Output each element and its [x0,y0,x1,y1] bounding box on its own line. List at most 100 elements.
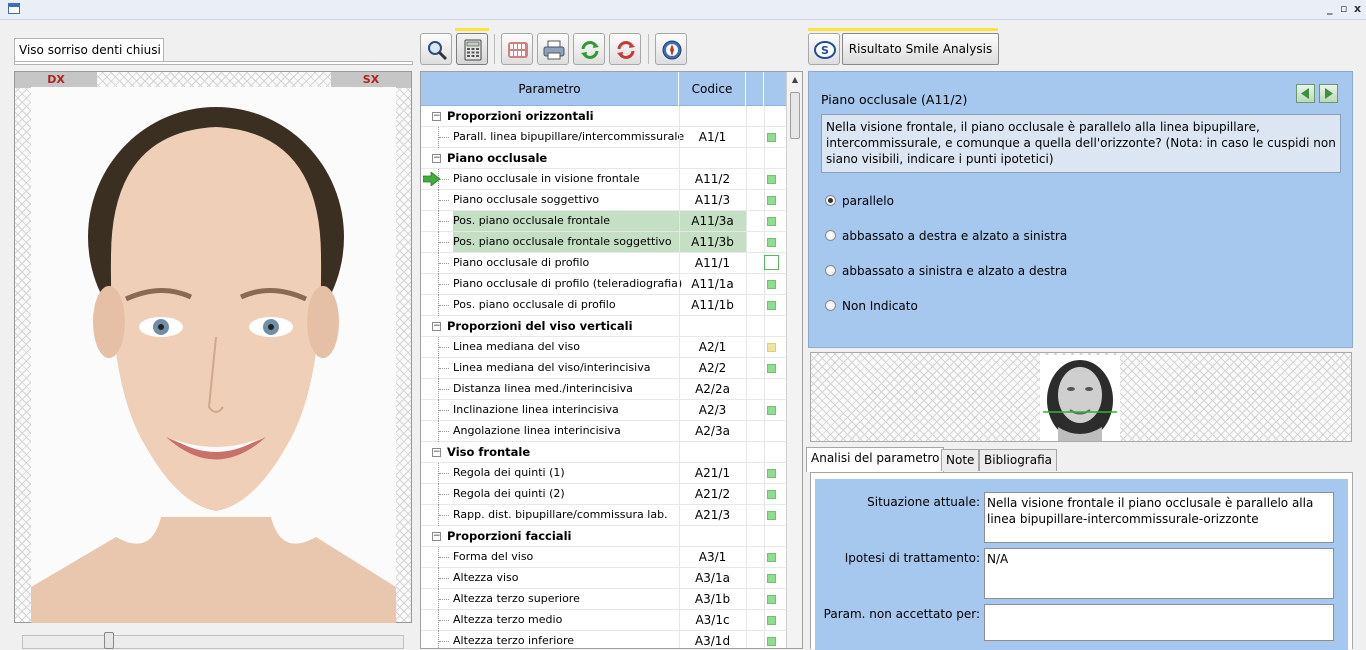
compass-button[interactable] [655,33,687,65]
parameter-code: A21/3 [694,508,731,522]
smile-analysis-logo-button[interactable]: S [808,33,840,65]
table-row[interactable]: Pos. piano occlusale frontale A11/3a [421,211,786,232]
parameter-code: A2/1 [698,340,727,354]
photo-viewer[interactable]: DX SX [14,71,412,623]
smile-logo-icon: S [814,41,836,59]
tab-note[interactable]: Note [941,449,980,471]
status-indicator [767,637,776,646]
status-indicator [767,406,776,415]
radio-button[interactable] [825,265,836,276]
answer-option-label: abbassato a destra e alzato a sinistra [842,229,1068,243]
radio-button[interactable] [825,230,836,241]
param-non-accettato-label: Param. non accettato per: [823,607,980,621]
table-scrollbar[interactable]: ▲ [786,72,802,648]
status-indicator [767,553,776,562]
group-label: Proporzioni del viso verticali [447,319,633,333]
status-indicator [767,175,776,184]
table-row[interactable]: Regola dei quinti (1) A21/1 [421,463,786,484]
situazione-label: Situazione attuale: [867,495,980,509]
tab-analisi-parametro[interactable]: Analisi del parametro [806,447,945,472]
parameter-code: A3/1b [694,592,731,606]
column-header-codice[interactable]: Codice [679,72,746,106]
table-group-row[interactable]: − Piano occlusale [421,148,786,169]
tab-bibliografia[interactable]: Bibliografia [979,449,1058,471]
face-photo [31,87,396,623]
parameter-name: Pos. piano occlusale frontale [453,211,679,231]
collapse-icon[interactable]: − [432,448,441,457]
printer-icon [543,40,565,60]
analysis-tab-panel: Situazione attuale: Nella visione fronta… [810,472,1353,650]
table-row[interactable]: Rapp. dist. bipupillare/commissura lab. A… [421,505,786,526]
status-indicator [767,280,776,289]
table-row[interactable]: Regola dei quinti (2) A21/2 [421,484,786,505]
table-row[interactable]: Altezza viso A3/1a [421,568,786,589]
column-header-parametro[interactable]: Parametro [421,72,679,106]
svg-text:S: S [821,44,829,57]
calculator-button[interactable] [456,33,488,65]
column-header-blank [746,72,764,106]
parameter-code: A21/1 [694,466,731,480]
close-button[interactable]: x [1354,2,1361,15]
status-indicator [767,301,776,310]
photo-slider-track[interactable] [22,635,404,649]
minimize-button[interactable]: _ [1327,2,1333,15]
parameter-table[interactable]: Parametro Codice − Proporzioni orizzontal… [420,71,803,649]
table-row[interactable]: Linea mediana del viso/interincisiva A2/2 [421,358,786,379]
status-indicator [767,217,776,226]
status-indicator [767,196,776,205]
table-row[interactable]: Altezza terzo medio A3/1c [421,610,786,631]
table-row[interactable]: Piano occlusale soggettivo A11/3 [421,190,786,211]
previous-parameter-button[interactable] [1296,84,1315,103]
table-row[interactable]: Forma del viso A3/1 [421,547,786,568]
table-row[interactable]: Piano occlusale in visione frontale A11/2 [421,169,786,190]
table-group-row[interactable]: − Proporzioni orizzontali [421,106,786,127]
group-label: Proporzioni orizzontali [447,109,594,123]
teeth-button[interactable] [501,33,533,65]
table-header: Parametro Codice [421,72,786,106]
table-row[interactable]: Altezza terzo inferiore A3/1d [421,631,786,648]
scroll-thumb[interactable] [790,92,800,139]
param-non-accettato-field[interactable] [984,604,1334,641]
table-group-row[interactable]: − Viso frontale [421,442,786,463]
reset-button[interactable] [609,33,641,65]
table-row[interactable]: Piano occlusale di profilo (teleradiogra… [421,274,786,295]
collapse-icon[interactable]: − [432,154,441,163]
table-row[interactable]: Linea mediana del viso A2/1 [421,337,786,358]
collapse-icon[interactable]: − [432,112,441,121]
table-row[interactable]: Piano occlusale di profilo A11/1 [421,253,786,274]
table-row[interactable]: Angolazione linea interincisiva A2/3a [421,421,786,442]
table-row[interactable]: Pos. piano occlusale di profilo A11/1b [421,295,786,316]
smile-analysis-result-button[interactable]: Risultato Smile Analysis [842,33,999,65]
photo-slider-thumb[interactable] [104,632,114,649]
table-group-row[interactable]: − Proporzioni del viso verticali [421,316,786,337]
radio-button[interactable] [825,300,836,311]
radio-button[interactable] [825,195,836,206]
ipotesi-field[interactable]: N/A [984,548,1334,599]
side-label-sx: SX [331,72,411,88]
print-button[interactable] [537,33,569,65]
photo-tab[interactable]: Viso sorriso denti chiusi [14,38,164,62]
answer-option-label: Non Indicato [842,299,918,313]
table-row[interactable]: Altezza terzo superiore A3/1b [421,589,786,610]
collapse-icon[interactable]: − [432,322,441,331]
window-titlebar: _ ▫ x [0,0,1366,20]
collapse-icon[interactable]: − [432,532,441,541]
table-row[interactable]: Pos. piano occlusale frontale soggettivo… [421,232,786,253]
status-indicator [767,133,776,142]
restore-button[interactable]: ▫ [1340,2,1347,15]
parameter-code: A21/2 [694,487,731,501]
table-group-row[interactable]: − Proporzioni facciali [421,526,786,547]
next-parameter-button[interactable] [1319,84,1338,103]
table-row[interactable]: Distanza linea med./interincisiva A2/2a [421,379,786,400]
table-row[interactable]: Inclinazione linea interincisiva A2/3 [421,400,786,421]
zoom-button[interactable] [420,33,452,65]
refresh-button[interactable] [573,33,605,65]
scroll-up-arrow-icon[interactable]: ▲ [787,72,802,88]
table-row[interactable]: Parall. linea bipupillare/intercommissur… [421,127,786,148]
parameter-code: A3/1d [694,634,731,648]
arrow-right-icon [1325,88,1333,99]
situazione-field[interactable]: Nella visione frontale il piano occlusal… [984,492,1334,543]
parameter-code: A3/1c [695,613,730,627]
status-indicator [767,343,776,352]
active-tool-indicator [455,28,489,31]
